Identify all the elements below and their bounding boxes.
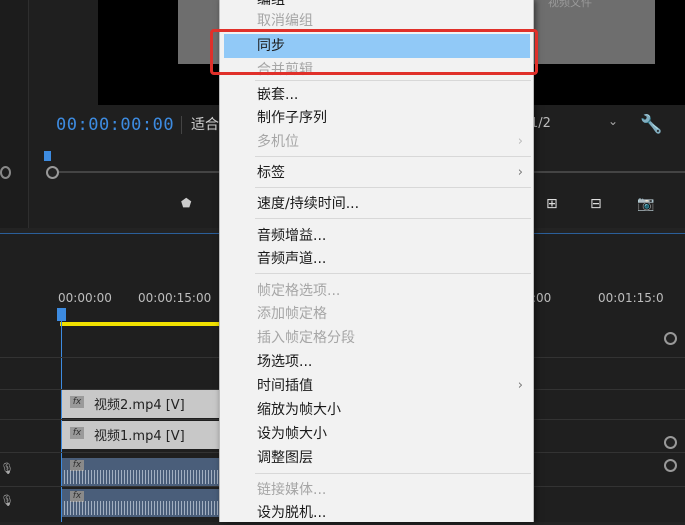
chevron-right-icon: › (517, 134, 523, 149)
menu-item-scale-to-frame-size[interactable]: 缩放为帧大小 (220, 398, 533, 422)
source-panel-edge (0, 0, 29, 228)
audio-waveform (64, 470, 220, 484)
ruler-tick: 00:00:00 (58, 291, 112, 305)
ruler-tick: :00 (532, 291, 552, 305)
menu-item-time-interpolation[interactable]: 时间插值 › (220, 374, 533, 398)
menu-item-label: 多机位 (257, 134, 299, 150)
monitor-playhead[interactable] (44, 151, 51, 161)
scroll-knob[interactable] (664, 436, 677, 449)
chevron-right-icon: › (517, 378, 523, 393)
menu-item-audio-channels[interactable]: 音频声道... (220, 247, 533, 271)
menu-item-field-options[interactable]: 场选项... (220, 350, 533, 374)
mic-icon[interactable]: 🎙 (0, 462, 14, 475)
lift-icon[interactable]: ⊞ (546, 196, 558, 212)
context-menu: 编组 取消编组 同步 合并剪辑 嵌套... 制作子序列 多机位 › 标签 › 速… (219, 0, 534, 522)
menu-separator (255, 218, 531, 219)
menu-item-label: 时间插值 (257, 378, 313, 394)
menu-separator (255, 187, 531, 188)
menu-item-speed-duration[interactable]: 速度/持续时间... (220, 192, 533, 216)
annotation-highlight-box (210, 29, 538, 75)
source-scroll-knob[interactable] (0, 166, 11, 179)
menu-item-frame-hold-options[interactable]: 帧定格选项... (220, 279, 533, 303)
extract-icon[interactable]: ⊟ (590, 196, 602, 212)
add-marker-icon[interactable]: ⬟ (181, 197, 192, 209)
zoom-fit-dropdown[interactable]: 适合 (181, 116, 219, 134)
scroll-knob[interactable] (664, 332, 677, 345)
menu-item-add-frame-hold[interactable]: 添加帧定格 (220, 302, 533, 326)
clip-label: 视频1.mp4 [V] (94, 429, 185, 444)
video-clip-2[interactable]: fx 视频2.mp4 [V] (62, 390, 222, 418)
chevron-right-icon: › (517, 165, 523, 180)
fx-badge: fx (70, 427, 84, 439)
menu-item-multi-camera[interactable]: 多机位 › (220, 130, 533, 154)
menu-item-audio-gain[interactable]: 音频增益... (220, 224, 533, 248)
audio-clip-1[interactable]: fx (62, 458, 222, 486)
menu-separator (255, 473, 531, 474)
ruler-tick: 00:00:15:00 (138, 291, 212, 305)
scroll-knob[interactable] (664, 459, 677, 472)
menu-separator (255, 273, 531, 274)
chevron-down-icon: ⌄ (608, 114, 619, 128)
menu-separator (255, 80, 531, 81)
ruler-tick: 00:01:15:0 (598, 291, 664, 305)
menu-item-adjustment-layer[interactable]: 调整图层 (220, 446, 533, 470)
menu-item-set-to-frame-size[interactable]: 设为帧大小 (220, 422, 533, 446)
zoom-scroll-knob[interactable] (46, 166, 59, 179)
menu-separator (255, 156, 531, 157)
menu-item-nest[interactable]: 嵌套... (220, 83, 533, 107)
camera-icon[interactable]: 📷 (637, 196, 654, 212)
wrench-icon[interactable]: 🔧 (640, 114, 662, 135)
work-area-bar[interactable] (60, 322, 220, 326)
menu-item-label: 标签 (257, 165, 285, 181)
video-overlay-text: 视频文件 (548, 0, 592, 9)
fx-badge: fx (70, 396, 84, 408)
menu-item-link-media[interactable]: 链接媒体... (220, 478, 533, 502)
menu-item-make-subsequence[interactable]: 制作子序列 (220, 106, 533, 130)
clip-label: 视频2.mp4 [V] (94, 398, 185, 413)
playhead-timecode[interactable]: 00:00:00:00 (56, 115, 174, 135)
audio-waveform (64, 501, 220, 515)
audio-clip-2[interactable]: fx (62, 489, 222, 517)
menu-item-label-color[interactable]: 标签 › (220, 161, 533, 185)
menu-item-insert-frame-hold-segment[interactable]: 插入帧定格分段 (220, 326, 533, 350)
mic-icon[interactable]: 🎙 (0, 494, 14, 507)
menu-item-make-offline[interactable]: 设为脱机... (220, 501, 533, 525)
video-clip-1[interactable]: fx 视频1.mp4 [V] (62, 421, 222, 449)
